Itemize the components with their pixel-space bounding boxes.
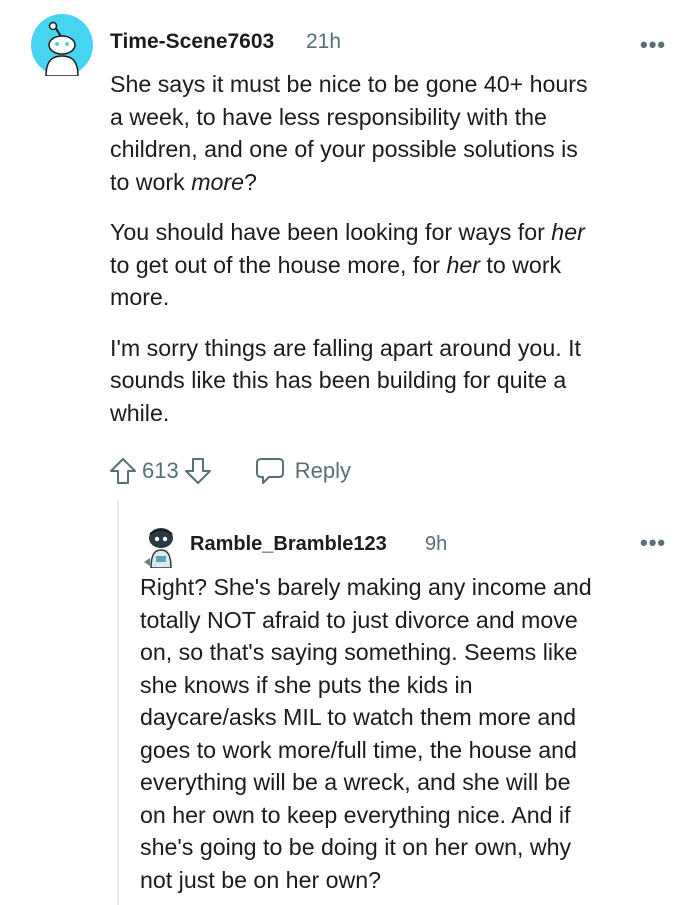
vote-count: 613 xyxy=(142,458,179,483)
thread-line[interactable] xyxy=(117,500,119,905)
username[interactable]: Time-Scene7603 xyxy=(110,30,274,54)
reply-timestamp: 9h xyxy=(425,533,448,555)
reply-bubble-icon xyxy=(255,458,284,484)
timestamp: 21h xyxy=(306,30,342,53)
comment: Time-Scene7603 21h ••• She says it must … xyxy=(0,0,700,500)
reply-label: Reply xyxy=(294,458,351,483)
comment-actions: 613 Reply xyxy=(106,452,351,490)
downvote-icon[interactable] xyxy=(181,454,215,488)
comment-paragraph: You should have been looking for ways fo… xyxy=(110,219,585,310)
comment-paragraph: I'm sorry things are falling apart aroun… xyxy=(110,334,581,426)
user-avatar-icon[interactable] xyxy=(142,524,180,569)
comment-paragraph: She says it must be nice to be gone 40+ … xyxy=(110,71,588,195)
upvote-icon[interactable] xyxy=(106,454,140,488)
reply-body: Right? She's barely making any income an… xyxy=(140,574,592,893)
reply-username[interactable]: Ramble_Bramble123 xyxy=(190,533,387,556)
reply-button[interactable]: Reply xyxy=(255,457,351,485)
snoo-avatar-icon[interactable] xyxy=(31,14,93,77)
more-options-icon[interactable]: ••• xyxy=(640,532,666,554)
more-options-icon[interactable]: ••• xyxy=(640,34,666,56)
comment-body: She says it must be nice to be gone 40+ … xyxy=(110,68,680,429)
